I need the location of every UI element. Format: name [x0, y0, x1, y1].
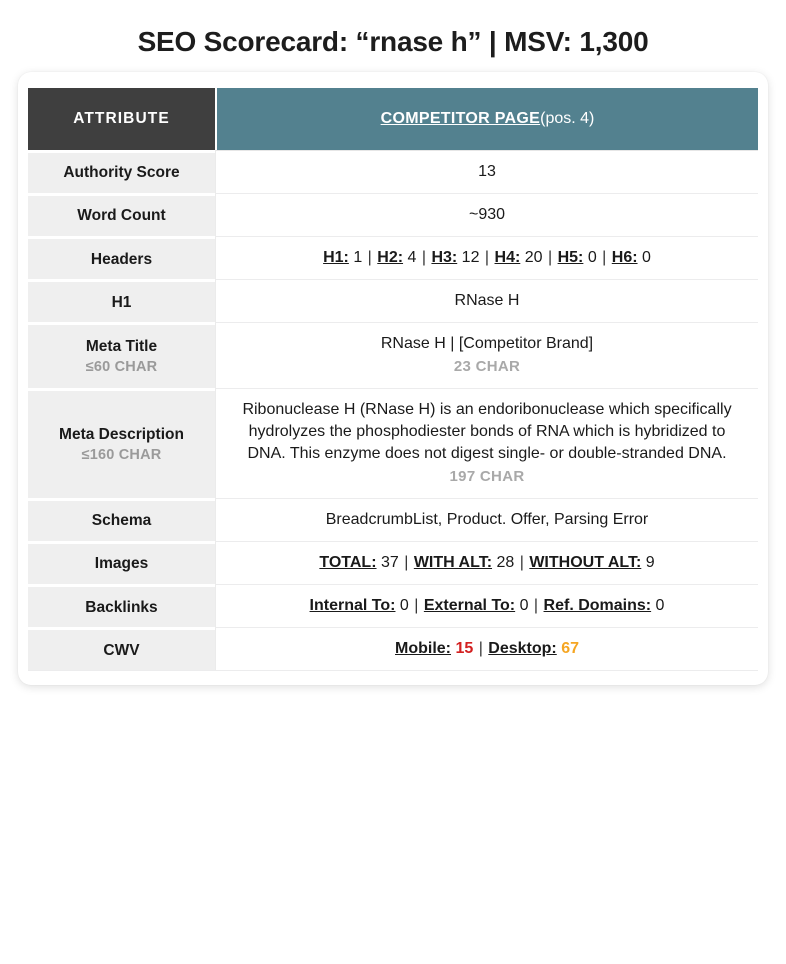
table-row: Headers H1: 1 | H2: 4 | H3: 12 | H4: 20 |… [28, 236, 758, 280]
page-title: SEO Scorecard: “rnase h” | MSV: 1,300 [137, 26, 649, 57]
value-text: BreadcrumbList, Product. Offer, Parsing … [325, 511, 649, 528]
attribute-value-cell: H1: 1 | H2: 4 | H3: 12 | H4: 20 | H5: 0 … [215, 236, 758, 280]
table-row: Backlinks Internal To: 0 | External To: 0… [28, 584, 758, 628]
value-part-value: 0 [395, 597, 409, 615]
attribute-value-cell: Mobile: 15 | Desktop: 67 [215, 627, 758, 672]
value-text: RNase H | [Competitor Brand] [380, 335, 594, 353]
attribute-name: Backlinks [85, 598, 158, 616]
competitor-page-position: (pos. 4) [540, 110, 595, 127]
value-part-value: 20 [520, 249, 543, 267]
table-row: Images TOTAL: 37 | WITH ALT: 28 | WITHOUT… [28, 541, 758, 585]
attribute-value-cell: Ribonuclease H (RNase H) is an endoribon… [215, 388, 758, 498]
value-part-value: 28 [492, 554, 515, 572]
value-part-label: H3: [431, 249, 458, 267]
attribute-value-cell: 13 [215, 150, 758, 194]
value-part-value: 15 [451, 640, 474, 658]
value-part-label: WITH ALT: [413, 554, 493, 572]
value-part-label: Internal To: [309, 597, 396, 615]
attribute-name: CWV [103, 641, 140, 659]
value-part-label: Ref. Domains: [543, 597, 652, 615]
value-separator: | [363, 249, 377, 267]
value-part-label: H6: [611, 249, 638, 267]
char-count: 23 CHAR [453, 358, 521, 376]
scorecard-card: ATTRIBUTE COMPETITOR PAGE(pos. 4) Author… [18, 72, 768, 686]
value-part-value: 0 [583, 249, 597, 267]
attribute-label-cell: Meta Description ≤160 CHAR [28, 388, 215, 498]
attribute-char-limit: ≤60 CHAR [85, 359, 158, 376]
value-separator: | [417, 249, 431, 267]
attribute-name: Meta Title [85, 337, 158, 355]
value-text: 13 [478, 163, 496, 180]
value-part-value: 0 [651, 597, 665, 615]
table-body: Authority Score 13 Word Count ~930 Headers H1… [28, 150, 758, 672]
value-part-label: WITHOUT ALT: [529, 554, 642, 572]
attribute-label-cell: Schema [28, 498, 215, 542]
value-separator: | [474, 640, 488, 658]
attribute-value-cell: RNase H | [Competitor Brand] 23 CHAR [215, 322, 758, 389]
value-part-label: External To: [423, 597, 516, 615]
value-part-label: H2: [377, 249, 404, 267]
scorecard-page: SEO Scorecard: “rnase h” | MSV: 1,300 AT… [0, 0, 786, 964]
competitor-page-label: COMPETITOR PAGE [380, 110, 541, 127]
value-part-value: 0 [515, 597, 529, 615]
attribute-name: Schema [91, 512, 152, 530]
attribute-label-cell: H1 [28, 279, 215, 323]
value-part-value: 37 [376, 554, 399, 572]
value-separator: | [597, 249, 611, 267]
value-separator: | [480, 249, 494, 267]
value-part-label: Mobile: [395, 640, 451, 658]
value-part-label: H5: [557, 249, 584, 267]
value-part-value: 9 [641, 554, 655, 572]
seo-scorecard-table: ATTRIBUTE COMPETITOR PAGE(pos. 4) Author… [28, 88, 758, 672]
attribute-name: Meta Description [59, 425, 184, 443]
table-header: ATTRIBUTE COMPETITOR PAGE(pos. 4) [28, 88, 758, 150]
attribute-name: Headers [90, 250, 153, 268]
attribute-label-cell: Word Count [28, 193, 215, 237]
value-text: ~930 [468, 206, 506, 224]
char-count: 197 CHAR [449, 468, 525, 486]
column-header-competitor-page: COMPETITOR PAGE(pos. 4) [215, 88, 758, 150]
attribute-char-limit: ≤160 CHAR [81, 447, 162, 464]
value-part-label: H4: [494, 249, 521, 267]
table-row: Word Count ~930 [28, 193, 758, 237]
table-row: CWV Mobile: 15 | Desktop: 67 [28, 627, 758, 672]
value-part-value: 12 [457, 249, 480, 267]
attribute-label-cell: Authority Score [28, 150, 215, 194]
value-part-label: H1: [323, 249, 349, 267]
attribute-label-cell: Headers [28, 236, 215, 280]
attribute-name: Authority Score [63, 164, 180, 182]
value-text: RNase H [454, 292, 520, 310]
attribute-value-cell: RNase H [215, 279, 758, 323]
attribute-name: H1 [111, 293, 132, 311]
value-part-value: 0 [637, 249, 651, 267]
attribute-label-cell: CWV [28, 627, 215, 672]
attribute-value-cell: ~930 [215, 193, 758, 237]
attribute-label-cell: Meta Title ≤60 CHAR [28, 322, 215, 389]
table-row: Meta Title ≤60 CHAR RNase H | [Competitor … [28, 322, 758, 389]
value-separator: | [409, 597, 423, 615]
table-row: Meta Description ≤160 CHAR Ribonuclease H … [28, 388, 758, 498]
value-separator: | [515, 554, 529, 572]
value-separator: | [543, 249, 557, 267]
value-text: Ribonuclease H (RNase H) is an endoribon… [242, 401, 732, 463]
attribute-value-cell: BreadcrumbList, Product. Offer, Parsing … [215, 498, 758, 542]
table-row: H1 RNase H [28, 279, 758, 323]
value-part-value: 4 [403, 249, 417, 267]
attribute-value-cell: TOTAL: 37 | WITH ALT: 28 | WITHOUT ALT: … [215, 541, 758, 585]
value-part-label: TOTAL: [319, 554, 377, 572]
value-part-value: 1 [348, 249, 363, 267]
value-separator: | [399, 554, 413, 572]
attribute-label-cell: Backlinks [28, 584, 215, 628]
value-separator: | [529, 597, 543, 615]
attribute-name: Word Count [77, 207, 166, 225]
attribute-value-cell: Internal To: 0 | External To: 0 | Ref. D… [215, 584, 758, 628]
attribute-name: Images [94, 555, 149, 573]
table-row: Schema BreadcrumbList, Product. Offer, Pa… [28, 498, 758, 542]
table-row: Authority Score 13 [28, 150, 758, 194]
attribute-label-cell: Images [28, 541, 215, 585]
value-part-label: Desktop: [488, 640, 557, 658]
value-part-value: 67 [556, 640, 579, 658]
table-header-row: ATTRIBUTE COMPETITOR PAGE(pos. 4) [28, 88, 758, 150]
column-header-attribute: ATTRIBUTE [28, 88, 215, 150]
